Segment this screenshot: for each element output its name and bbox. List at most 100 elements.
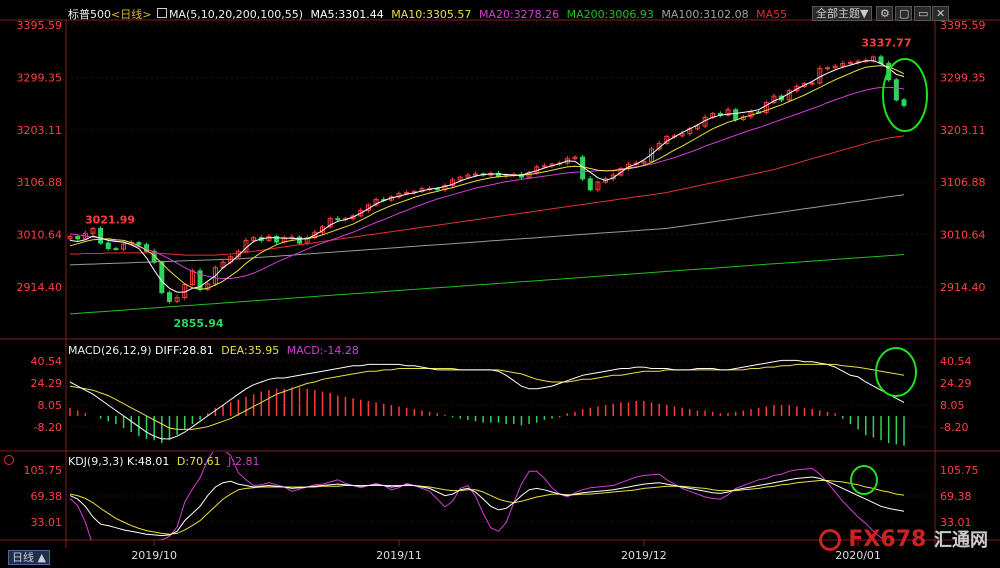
low-annotation: 2855.94	[173, 317, 223, 330]
y-tick-label-right: 3010.64	[940, 229, 986, 242]
panel-frames	[0, 19, 1000, 548]
y-tick-label-left: 105.75	[24, 464, 63, 477]
candle-body	[587, 178, 593, 191]
y-tick-label-right: 105.75	[940, 464, 979, 477]
ma5-line	[69, 60, 905, 293]
candle	[113, 246, 119, 251]
ma100-value: MA100:3102.08	[661, 8, 749, 21]
y-tick-label-left: 24.29	[31, 377, 63, 390]
y-tick-label-left: 33.01	[31, 516, 63, 529]
indicator-add-icon[interactable]	[4, 455, 14, 465]
dea-line	[69, 363, 905, 430]
ma-toggle-icon[interactable]	[156, 8, 167, 18]
candle-body	[166, 292, 172, 302]
candle	[893, 78, 899, 102]
high-annotation: 3337.77	[861, 36, 911, 49]
candle-body	[105, 242, 111, 250]
y-tick-label-left: 3106.88	[17, 176, 63, 189]
macd-value: MACD:-14.28	[286, 344, 359, 357]
ma20-value: MA20:3278.26	[478, 8, 560, 21]
kdj-params: KDJ(9,3,3)	[68, 455, 124, 468]
y-tick-label-right: 8.05	[940, 399, 965, 412]
kdj-header: KDJ(9,3,3) K:48.01 D:70.61 J:2.81	[68, 455, 260, 468]
candle-body	[98, 227, 104, 244]
watermark-logo-icon	[818, 529, 841, 551]
y-tick-label-right: 69.38	[940, 490, 972, 503]
stock-chart: 3395.59 3395.593299.35 3299.353203.11 3203.…	[0, 19, 1000, 562]
highlight-circle-kdj	[850, 465, 878, 495]
y-tick-label-left: 3299.35	[17, 71, 63, 84]
ma10-value: MA10:3305.57	[391, 8, 472, 21]
price-plot	[67, 54, 907, 315]
kdj-k: K:48.01	[127, 455, 170, 468]
candle	[427, 185, 433, 191]
close-icon[interactable]: ✕	[932, 6, 949, 21]
candle	[442, 183, 448, 192]
ma100-line	[69, 194, 905, 266]
candle-body	[75, 236, 81, 240]
y-tick-label-left: 8.05	[38, 399, 63, 412]
candle	[197, 268, 203, 292]
ma-params: MA(5,10,20,200,100,55)	[168, 8, 303, 21]
y-tick-label-right: 40.54	[940, 355, 972, 368]
candle	[67, 234, 73, 241]
watermark-brand: FX678	[848, 527, 927, 552]
x-tick-label: 2019/10	[131, 549, 177, 562]
candle	[832, 63, 838, 70]
ma200-value: MA200:3006.93	[566, 8, 654, 21]
chart-title: 标普500<日线> MA(5,10,20,200,100,55) MA5:330…	[68, 6, 787, 22]
candle-body	[297, 236, 303, 244]
x-tick-label: 2019/11	[376, 549, 422, 562]
minimize-icon[interactable]: ▭	[914, 6, 931, 21]
theme-selector-button[interactable]: 全部主题▼	[812, 6, 873, 21]
local-high-annotation: 3021.99	[85, 213, 135, 226]
candle	[824, 66, 830, 71]
y-tick-label-left: 40.54	[31, 355, 63, 368]
candle-body	[901, 99, 907, 106]
candle-body	[893, 79, 899, 101]
candle	[396, 191, 402, 200]
candle	[717, 111, 723, 118]
ma55-value: MA55	[756, 8, 788, 21]
period-button[interactable]: 日线 ▲	[8, 550, 50, 565]
candle	[786, 88, 792, 102]
macd-params: MACD(26,12,9)	[68, 344, 152, 357]
x-tick-label: 2019/12	[621, 549, 667, 562]
watermark-cn: 汇通网	[934, 530, 988, 551]
d-line	[69, 480, 905, 535]
y-tick-label-right: 3299.35	[940, 71, 986, 84]
maximize-icon[interactable]: ▢	[895, 6, 912, 21]
candle-body	[809, 82, 815, 85]
y-tick-label-right: -8.20	[940, 421, 968, 434]
candle	[572, 155, 578, 161]
candle	[771, 93, 777, 105]
candle-body	[434, 188, 440, 191]
candle	[870, 55, 876, 63]
ma200-line	[69, 254, 905, 315]
y-tick-label-left: 3203.11	[17, 124, 63, 137]
y-tick-label-right: 3203.11	[940, 124, 986, 137]
y-tick-label-left: 3010.64	[17, 229, 63, 242]
y-tick-label-left: 3395.59	[17, 19, 63, 32]
settings-icon[interactable]: ⚙	[876, 6, 893, 21]
kdj-d: D:70.61	[176, 455, 221, 468]
macd-diff: DIFF:28.81	[155, 344, 214, 357]
watermark: FX678 汇通网	[818, 526, 988, 552]
macd-plot	[69, 359, 905, 446]
period-label[interactable]: <日线>	[111, 8, 151, 21]
candle	[725, 106, 731, 117]
candle	[901, 97, 907, 108]
candle	[274, 234, 280, 245]
y-tick-label-right: 24.29	[940, 377, 972, 390]
candle	[817, 65, 823, 85]
y-tick-label-left: 69.38	[31, 490, 63, 503]
candle	[105, 240, 111, 251]
symbol-name: 标普500	[68, 8, 111, 21]
candle	[243, 237, 249, 254]
macd-header: MACD(26,12,9) DIFF:28.81 DEA:35.95 MACD:…	[68, 344, 359, 357]
candle-body	[159, 261, 165, 294]
candle-body	[136, 242, 142, 246]
candle	[587, 176, 593, 192]
candle	[297, 235, 303, 245]
y-tick-label-left: 2914.40	[17, 281, 63, 294]
